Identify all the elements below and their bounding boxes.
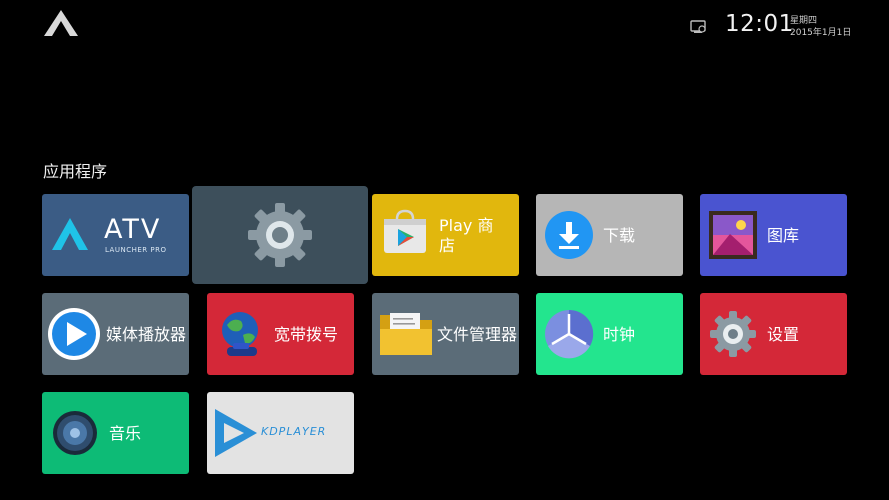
play-store-label-line1: Play 商 xyxy=(439,216,494,235)
settings-label: 设置 xyxy=(767,325,800,344)
app-tile-gallery[interactable]: 图库 xyxy=(700,194,847,276)
section-title: 应用程序 xyxy=(43,162,108,181)
gallery-icon xyxy=(709,211,757,259)
play-store-label-line2: 店 xyxy=(439,236,456,255)
app-tile-settings[interactable]: 设置 xyxy=(700,293,847,375)
download-icon xyxy=(545,211,593,259)
atv-subtitle: LAUNCHER PRO xyxy=(105,246,167,254)
download-label: 下载 xyxy=(603,226,636,245)
atv-logo-icon xyxy=(52,218,88,250)
broadband-dial-label: 宽带拨号 xyxy=(274,325,339,344)
app-tile-clock[interactable]: 时钟 xyxy=(536,293,683,375)
date: 2015年1月1日 xyxy=(790,28,852,38)
app-tile-music[interactable]: 音乐 xyxy=(42,392,189,474)
clock-icon xyxy=(545,309,594,359)
globe-phone-icon xyxy=(222,312,258,356)
clock-label: 时钟 xyxy=(603,325,636,344)
clock-time: 12:01 xyxy=(725,11,794,37)
network-icon xyxy=(690,20,706,33)
settings-gear-icon xyxy=(710,311,756,357)
music-label: 音乐 xyxy=(109,424,142,443)
launcher-logo-icon xyxy=(44,10,78,36)
kdplayer-label: KDPLAYER xyxy=(261,425,327,438)
app-tile-kdplayer[interactable]: KDPLAYER xyxy=(207,392,354,474)
app-tile-media-player[interactable]: 媒体播放器 xyxy=(42,293,189,375)
speaker-icon xyxy=(53,411,97,455)
folder-icon xyxy=(380,313,432,355)
gear-icon xyxy=(248,203,312,267)
status-bar: 12:01 星期四 2015年1月1日 xyxy=(589,8,889,44)
kdplayer-play-icon xyxy=(215,409,257,457)
file-manager-label: 文件管理器 xyxy=(437,325,518,344)
app-tile-play-store[interactable]: Play 商 店 xyxy=(372,194,519,276)
app-tile-file-manager[interactable]: 文件管理器 xyxy=(372,293,519,375)
play-store-icon xyxy=(384,209,426,253)
atv-title: ATV xyxy=(104,214,162,245)
app-tile-download[interactable]: 下载 xyxy=(536,194,683,276)
settings-shortcut[interactable] xyxy=(192,186,368,284)
media-player-icon xyxy=(48,308,100,360)
app-tile-atv[interactable]: ATV LAUNCHER PRO xyxy=(42,194,189,276)
app-tile-broadband-dial[interactable]: 宽带拨号 xyxy=(207,293,354,375)
gallery-label: 图库 xyxy=(767,226,800,245)
media-player-label: 媒体播放器 xyxy=(106,325,187,344)
